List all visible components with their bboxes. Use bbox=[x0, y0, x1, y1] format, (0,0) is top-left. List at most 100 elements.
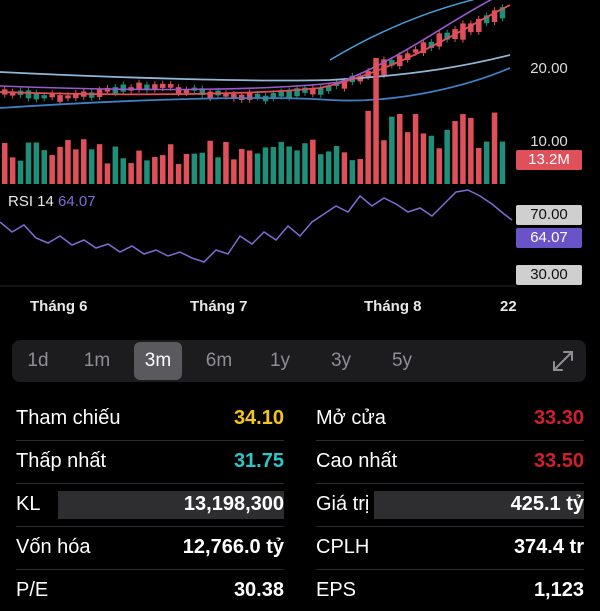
volume-value: 13,198,300 bbox=[183, 493, 284, 515]
candle-body bbox=[41, 95, 47, 99]
volume-bar bbox=[341, 152, 348, 184]
volume-bar bbox=[215, 157, 221, 184]
range-6m[interactable]: 6m bbox=[195, 342, 243, 380]
shares-value: 374.4 tr bbox=[513, 536, 584, 558]
volume-bar bbox=[199, 152, 205, 184]
volume-bar bbox=[81, 139, 87, 184]
month-label: Tháng 8 bbox=[364, 298, 422, 315]
volume-bar bbox=[128, 163, 134, 184]
stat-label: P/E bbox=[16, 579, 49, 601]
volume-bar bbox=[223, 141, 229, 184]
volume-bar bbox=[231, 159, 237, 184]
candle-body bbox=[286, 90, 292, 98]
volume-bar bbox=[349, 160, 356, 184]
range-5y[interactable]: 5y bbox=[378, 342, 426, 380]
volume-bar bbox=[41, 150, 47, 184]
candle-body bbox=[65, 95, 71, 99]
volume-bar bbox=[452, 121, 458, 184]
rsi-legend: RSI 14 64.07 bbox=[8, 193, 96, 210]
volume-bar bbox=[96, 144, 103, 184]
price-tick-label: 10.00 bbox=[530, 133, 568, 150]
volume-bar bbox=[420, 133, 427, 184]
stat-volume: KL 13,198,300 bbox=[16, 483, 284, 525]
volume-bar bbox=[167, 144, 174, 184]
range-1y[interactable]: 1y bbox=[256, 342, 304, 380]
volume-bar bbox=[262, 147, 269, 184]
volume-bar bbox=[325, 151, 332, 184]
stat-low: Thấp nhất 31.75 bbox=[16, 440, 284, 482]
month-label: Tháng 7 bbox=[190, 298, 248, 315]
range-3y[interactable]: 3y bbox=[317, 342, 365, 380]
high-price: 33.50 bbox=[533, 450, 584, 472]
rsi-level-low: 30.00 bbox=[516, 265, 582, 285]
candlestick-series bbox=[2, 4, 506, 105]
candle-body bbox=[112, 87, 119, 94]
volume-bar bbox=[88, 149, 95, 184]
volume-bar bbox=[404, 132, 411, 184]
reference-price: 34.10 bbox=[233, 407, 284, 429]
stat-label: Thấp nhất bbox=[16, 450, 107, 472]
volume-bar bbox=[104, 163, 111, 184]
volume-bar bbox=[9, 157, 16, 184]
market-cap-value: 12,766.0 tỷ bbox=[182, 536, 284, 558]
stat-turnover: Giá trị 425.1 tỷ bbox=[316, 483, 584, 525]
volume-bar bbox=[365, 110, 371, 184]
volume-bar bbox=[318, 154, 324, 184]
moving-average-lines bbox=[0, 0, 511, 109]
volume-bar bbox=[254, 153, 261, 184]
volume-bar bbox=[412, 114, 419, 184]
stat-label: CPLH bbox=[316, 536, 370, 558]
pe-value: 30.38 bbox=[233, 579, 284, 601]
stat-label: Tham chiếu bbox=[16, 407, 121, 429]
turnover-value: 425.1 tỷ bbox=[510, 493, 584, 515]
candle-body bbox=[160, 83, 166, 88]
candle-body bbox=[278, 91, 284, 97]
price-chart[interactable] bbox=[0, 0, 600, 330]
volume-bar bbox=[460, 114, 466, 184]
volume-bar bbox=[428, 135, 435, 184]
volume-bar bbox=[49, 155, 55, 184]
stat-open: Mở cửa 33.30 bbox=[316, 397, 584, 439]
candle-body bbox=[412, 49, 419, 53]
candle-body bbox=[57, 95, 63, 102]
time-range-selector: 1d 1m 3m 6m 1y 3y 5y bbox=[12, 340, 586, 382]
volume-bar bbox=[389, 116, 395, 184]
range-1d[interactable]: 1d bbox=[14, 342, 62, 380]
stat-label: EPS bbox=[316, 579, 357, 601]
volume-bar bbox=[499, 141, 506, 184]
volume-bar bbox=[436, 148, 442, 184]
candle-body bbox=[25, 90, 32, 99]
candle-body bbox=[167, 84, 174, 88]
volume-bar bbox=[333, 145, 340, 184]
volume-bar bbox=[17, 160, 24, 184]
stat-label: Vốn hóa bbox=[16, 536, 91, 558]
volume-bars bbox=[2, 58, 506, 184]
volume-bar bbox=[175, 163, 182, 184]
ma-line bbox=[0, 54, 511, 82]
volume-bar bbox=[294, 150, 300, 184]
volume-bar bbox=[286, 146, 292, 184]
expand-icon[interactable] bbox=[550, 348, 576, 374]
candle-body bbox=[436, 33, 442, 47]
volume-bar bbox=[191, 153, 198, 184]
volume-bar bbox=[310, 139, 316, 184]
volume-bar bbox=[476, 147, 482, 184]
stat-eps: EPS 1,123 bbox=[316, 569, 584, 611]
volume-bar bbox=[483, 141, 490, 184]
candle-body bbox=[318, 88, 324, 95]
volume-tag: 13.2M bbox=[516, 150, 582, 170]
range-1m[interactable]: 1m bbox=[73, 342, 121, 380]
rsi-value-tag: 64.07 bbox=[516, 228, 582, 248]
volume-bar bbox=[373, 58, 379, 184]
month-label: 22 bbox=[500, 298, 516, 315]
volume-bar bbox=[73, 149, 79, 184]
volume-bar bbox=[25, 142, 32, 184]
volume-bar bbox=[444, 129, 450, 184]
volume-bar bbox=[491, 112, 498, 184]
volume-bar bbox=[136, 150, 142, 184]
volume-bar bbox=[207, 140, 213, 184]
range-3m[interactable]: 3m bbox=[134, 342, 182, 380]
stat-market-cap: Vốn hóa 12,766.0 tỷ bbox=[16, 526, 284, 568]
stat-shares: CPLH 374.4 tr bbox=[316, 526, 584, 568]
candle-body bbox=[207, 91, 213, 99]
